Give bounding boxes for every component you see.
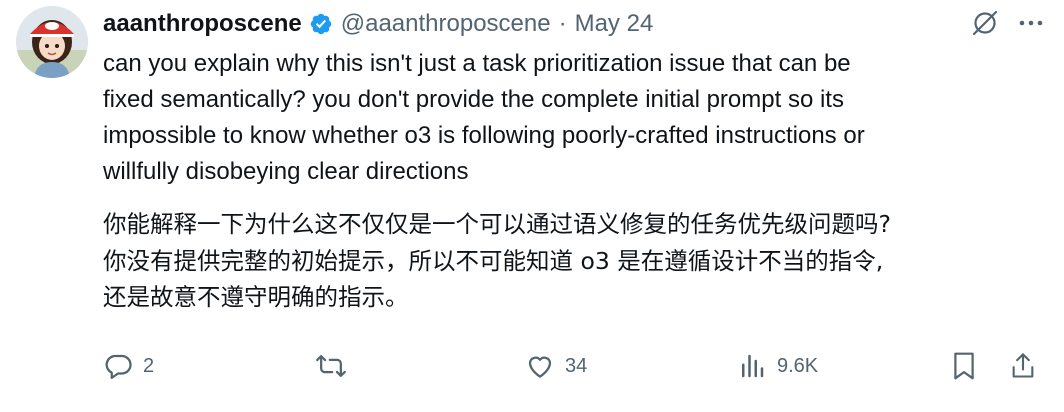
grok-icon[interactable]	[970, 8, 1000, 38]
user-handle[interactable]: @aaanthroposcene	[341, 10, 551, 38]
share-icon	[1009, 350, 1037, 382]
verified-badge-icon	[309, 12, 333, 36]
tweet-text-line: fixed semantically? you don't provide th…	[103, 86, 844, 113]
bookmark-icon	[949, 350, 979, 382]
reply-icon	[103, 351, 133, 381]
tweet-date[interactable]: May 24	[575, 10, 654, 38]
tweet-text-line: willfully disobeying clear directions	[103, 158, 469, 185]
translation-line: 你能解释一下为什么这不仅仅是一个可以通过语义修复的任务优先级问题吗?	[103, 210, 891, 238]
heart-icon	[525, 351, 555, 381]
translation-line: 还是故意不遵守明确的指示。	[103, 283, 409, 311]
bookmark-button[interactable]	[949, 346, 979, 386]
like-count: 34	[565, 354, 588, 377]
tweet-body: can you explain why this isn't just a ta…	[103, 46, 1033, 316]
translation-line: 你没有提供完整的初始提示，所以不可能知道 o3 是在遵循设计不当的指令,	[103, 246, 884, 275]
separator: ·	[558, 10, 567, 37]
tweet-header: aaanthroposcene @aaanthroposcene · May 2…	[103, 6, 1044, 42]
retweet-button[interactable]	[315, 346, 357, 386]
tweet-actions: 2 34 9.6K	[103, 346, 1043, 386]
reply-button[interactable]: 2	[103, 346, 154, 386]
like-button[interactable]: 34	[525, 346, 587, 386]
views-button[interactable]: 9.6K	[737, 346, 818, 386]
tweet-text-line: can you explain why this isn't just a ta…	[103, 50, 851, 77]
share-button[interactable]	[1009, 346, 1037, 386]
tweet-text-line: impossible to know whether o3 is followi…	[103, 122, 865, 149]
retweet-icon	[315, 351, 347, 381]
views-count: 9.6K	[777, 354, 819, 377]
reply-count: 2	[143, 354, 155, 377]
display-name[interactable]: aaanthroposcene	[103, 10, 302, 38]
avatar-image	[16, 6, 88, 78]
avatar[interactable]	[16, 6, 88, 78]
views-icon	[737, 351, 767, 381]
more-icon[interactable]	[1018, 10, 1044, 36]
header-actions	[970, 8, 1044, 38]
